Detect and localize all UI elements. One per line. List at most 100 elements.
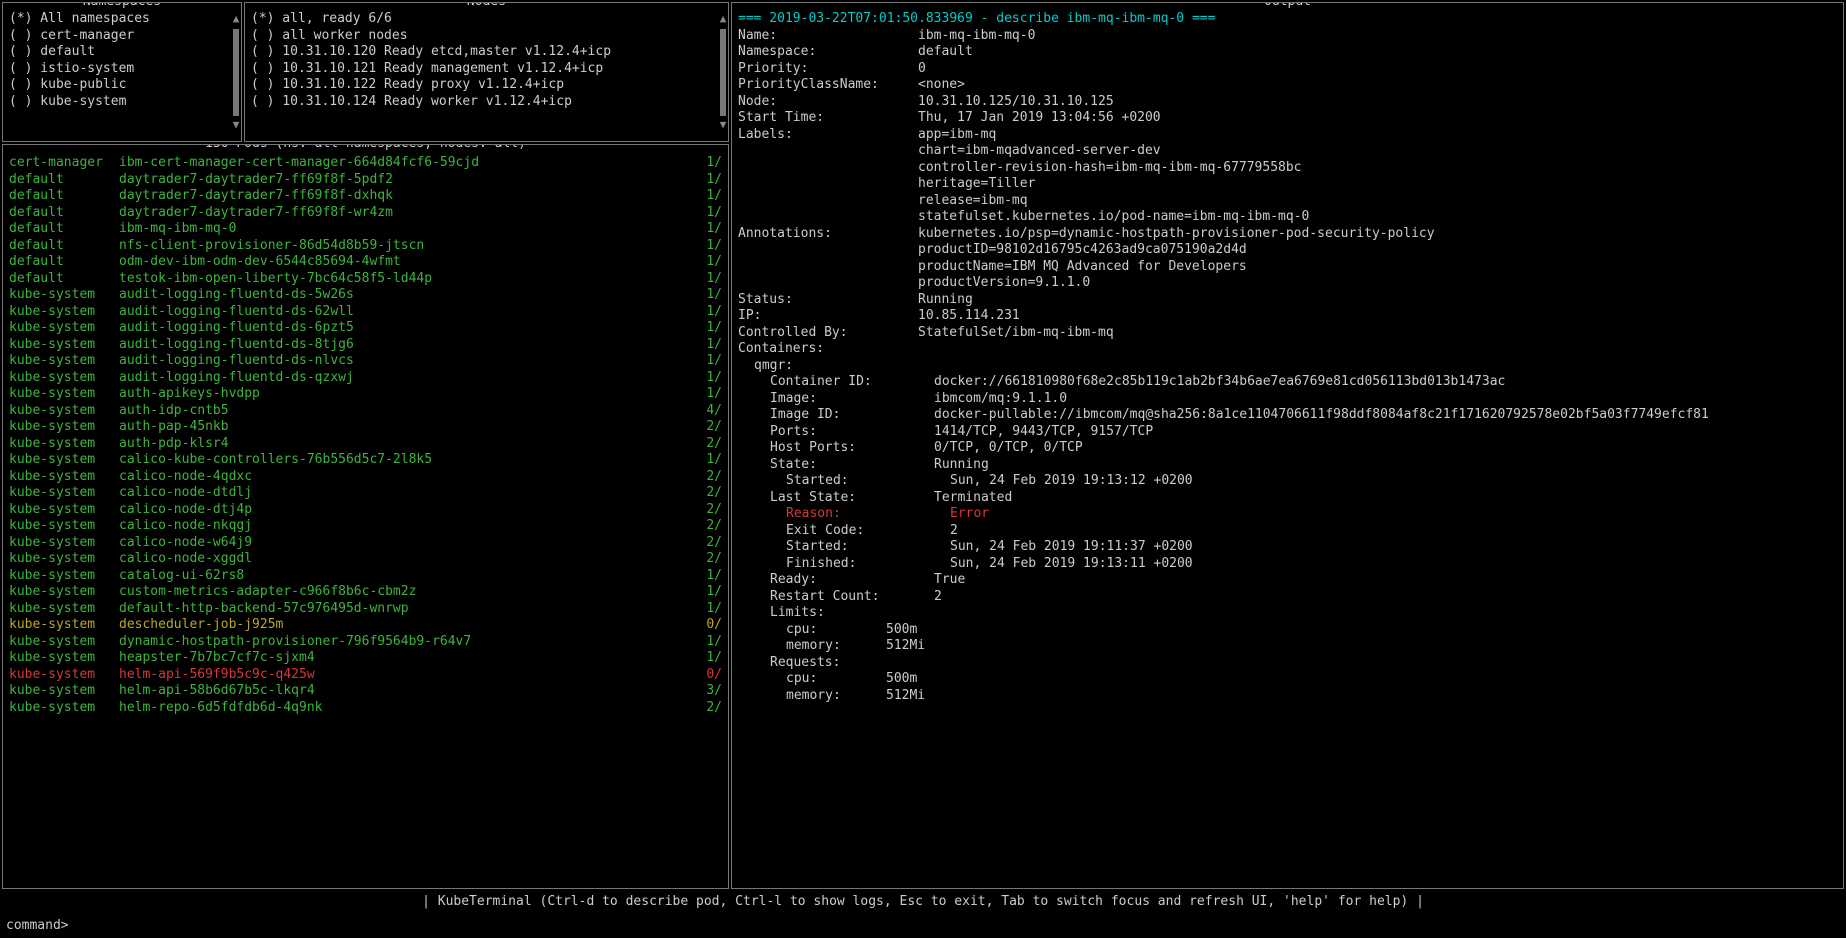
- pod-row[interactable]: defaultibm-mq-ibm-mq-01/: [9, 221, 722, 238]
- pod-namespace: kube-system: [9, 403, 119, 420]
- pod-row[interactable]: kube-systemauth-pdp-klsr42/: [9, 436, 722, 453]
- pod-row[interactable]: defaultodm-dev-ibm-odm-dev-6544c85694-4w…: [9, 254, 722, 271]
- pod-row[interactable]: kube-systemhelm-repo-6d5fdfdb6d-4q9nk2/: [9, 700, 722, 717]
- pod-row[interactable]: kube-systemcalico-node-w64j92/: [9, 535, 722, 552]
- pod-row[interactable]: kube-systemdefault-http-backend-57c97649…: [9, 601, 722, 618]
- scrollbar[interactable]: ▲▼: [718, 11, 728, 133]
- pod-status: 3/: [692, 683, 722, 700]
- pod-row[interactable]: kube-systemcalico-node-4qdxc2/: [9, 469, 722, 486]
- output-line: Host Ports:0/TCP, 0/TCP, 0/TCP: [738, 440, 1837, 457]
- node-item[interactable]: ( ) 10.31.10.121 Ready management v1.12.…: [251, 61, 722, 78]
- output-line: Priority:0: [738, 61, 1837, 78]
- pod-status: 1/: [692, 287, 722, 304]
- node-item[interactable]: ( ) 10.31.10.122 Ready proxy v1.12.4+icp: [251, 77, 722, 94]
- pod-status: 1/: [692, 584, 722, 601]
- namespace-item[interactable]: ( ) cert-manager: [9, 28, 235, 45]
- pod-row[interactable]: defaulttestok-ibm-open-liberty-7bc64c58f…: [9, 271, 722, 288]
- pod-namespace: kube-system: [9, 436, 119, 453]
- pod-status: 1/: [692, 568, 722, 585]
- pod-row[interactable]: kube-systemaudit-logging-fluentd-ds-5w26…: [9, 287, 722, 304]
- pod-name: audit-logging-fluentd-ds-nlvcs: [119, 353, 692, 370]
- pod-name: auth-pap-45nkb: [119, 419, 692, 436]
- pod-name: default-http-backend-57c976495d-wnrwp: [119, 601, 692, 618]
- pod-name: daytrader7-daytrader7-ff69f8f-wr4zm: [119, 205, 692, 222]
- pod-row[interactable]: kube-systemaudit-logging-fluentd-ds-qzxw…: [9, 370, 722, 387]
- scrollbar[interactable]: ▲▼: [231, 11, 241, 133]
- pod-row[interactable]: kube-systemhelm-api-58b6d67b5c-lkqr43/: [9, 683, 722, 700]
- output-line: Exit Code:2: [738, 523, 1837, 540]
- namespace-item[interactable]: ( ) kube-public: [9, 77, 235, 94]
- pod-row[interactable]: kube-systemauth-apikeys-hvdpp1/: [9, 386, 722, 403]
- pod-name: dynamic-hostpath-provisioner-796f9564b9-…: [119, 634, 692, 651]
- pod-row[interactable]: kube-systemdescheduler-job-j925m0/: [9, 617, 722, 634]
- pod-row[interactable]: kube-systemauth-pap-45nkb2/: [9, 419, 722, 436]
- pod-status: 1/: [692, 650, 722, 667]
- pod-status: 2/: [692, 502, 722, 519]
- output-title: Output: [1260, 2, 1315, 11]
- pod-row[interactable]: kube-systemcalico-node-dtj4p2/: [9, 502, 722, 519]
- pod-name: auth-idp-cntb5: [119, 403, 692, 420]
- pod-namespace: kube-system: [9, 551, 119, 568]
- pod-row[interactable]: defaultdaytrader7-daytrader7-ff69f8f-5pd…: [9, 172, 722, 189]
- pod-row[interactable]: kube-systemcalico-kube-controllers-76b55…: [9, 452, 722, 469]
- pod-row[interactable]: kube-systemcalico-node-xggdl2/: [9, 551, 722, 568]
- pod-row[interactable]: kube-systemcalico-node-dtdlj2/: [9, 485, 722, 502]
- command-input[interactable]: command>: [2, 916, 1844, 937]
- pod-row[interactable]: kube-systemcalico-node-nkqgj2/: [9, 518, 722, 535]
- pod-row[interactable]: kube-systemdynamic-hostpath-provisioner-…: [9, 634, 722, 651]
- output-line: release=ibm-mq: [738, 193, 1837, 210]
- pod-row[interactable]: kube-systemauth-idp-cntb54/: [9, 403, 722, 420]
- pod-row[interactable]: cert-manageribm-cert-manager-cert-manage…: [9, 155, 722, 172]
- status-bar: | KubeTerminal (Ctrl-d to describe pod, …: [2, 891, 1844, 914]
- node-item[interactable]: ( ) all worker nodes: [251, 28, 722, 45]
- pod-name: ibm-cert-manager-cert-manager-664d84fcf6…: [119, 155, 692, 172]
- pod-namespace: kube-system: [9, 419, 119, 436]
- pod-row[interactable]: kube-systemaudit-logging-fluentd-ds-62wl…: [9, 304, 722, 321]
- pod-status: 2/: [692, 535, 722, 552]
- pod-row[interactable]: kube-systemaudit-logging-fluentd-ds-8tjg…: [9, 337, 722, 354]
- output-line: Labels:app=ibm-mq: [738, 127, 1837, 144]
- namespace-item[interactable]: ( ) default: [9, 44, 235, 61]
- pod-row[interactable]: kube-systemheapster-7b7bc7cf7c-sjxm41/: [9, 650, 722, 667]
- pod-row[interactable]: defaultnfs-client-provisioner-86d54d8b59…: [9, 238, 722, 255]
- namespace-item[interactable]: (*) All namespaces: [9, 11, 235, 28]
- pod-name: odm-dev-ibm-odm-dev-6544c85694-4wfmt: [119, 254, 692, 271]
- output-line: productVersion=9.1.1.0: [738, 275, 1837, 292]
- node-item[interactable]: (*) all, ready 6/6: [251, 11, 722, 28]
- pod-namespace: default: [9, 172, 119, 189]
- pod-row[interactable]: kube-systemhelm-api-569f9b5c9c-q425w0/: [9, 667, 722, 684]
- node-item[interactable]: ( ) 10.31.10.124 Ready worker v1.12.4+ic…: [251, 94, 722, 111]
- output-line: Reason:Error: [738, 506, 1837, 523]
- pod-row[interactable]: defaultdaytrader7-daytrader7-ff69f8f-dxh…: [9, 188, 722, 205]
- namespace-item[interactable]: ( ) kube-system: [9, 94, 235, 111]
- pod-namespace: default: [9, 221, 119, 238]
- output-line: Start Time:Thu, 17 Jan 2019 13:04:56 +02…: [738, 110, 1837, 127]
- output-line: Started:Sun, 24 Feb 2019 19:11:37 +0200: [738, 539, 1837, 556]
- output-line: Namespace:default: [738, 44, 1837, 61]
- namespaces-panel[interactable]: Namespaces (*) All namespaces( ) cert-ma…: [2, 2, 242, 142]
- pod-status: 1/: [692, 271, 722, 288]
- pods-panel[interactable]: 130 Pods (ns: all-namespaces, nodes: all…: [2, 144, 729, 889]
- pod-row[interactable]: kube-systemcatalog-ui-62rs81/: [9, 568, 722, 585]
- pod-namespace: kube-system: [9, 634, 119, 651]
- output-line: productID=98102d16795c4263ad9ca075190a2d…: [738, 242, 1837, 259]
- pod-status: 4/: [692, 403, 722, 420]
- namespace-item[interactable]: ( ) istio-system: [9, 61, 235, 78]
- pod-name: calico-node-w64j9: [119, 535, 692, 552]
- pod-row[interactable]: kube-systemcustom-metrics-adapter-c966f8…: [9, 584, 722, 601]
- pod-row[interactable]: defaultdaytrader7-daytrader7-ff69f8f-wr4…: [9, 205, 722, 222]
- pod-name: ibm-mq-ibm-mq-0: [119, 221, 692, 238]
- pod-name: auth-apikeys-hvdpp: [119, 386, 692, 403]
- pod-row[interactable]: kube-systemaudit-logging-fluentd-ds-nlvc…: [9, 353, 722, 370]
- pod-namespace: default: [9, 254, 119, 271]
- node-item[interactable]: ( ) 10.31.10.120 Ready etcd,master v1.12…: [251, 44, 722, 61]
- nodes-panel[interactable]: Nodes (*) all, ready 6/6( ) all worker n…: [244, 2, 729, 142]
- pod-row[interactable]: kube-systemaudit-logging-fluentd-ds-6pzt…: [9, 320, 722, 337]
- pod-namespace: kube-system: [9, 617, 119, 634]
- output-panel[interactable]: Output === 2019-03-22T07:01:50.833969 - …: [731, 2, 1844, 889]
- output-line: Finished:Sun, 24 Feb 2019 19:13:11 +0200: [738, 556, 1837, 573]
- pod-status: 1/: [692, 634, 722, 651]
- pod-name: audit-logging-fluentd-ds-62wll: [119, 304, 692, 321]
- output-line: Container ID:docker://661810980f68e2c85b…: [738, 374, 1837, 391]
- pod-namespace: cert-manager: [9, 155, 119, 172]
